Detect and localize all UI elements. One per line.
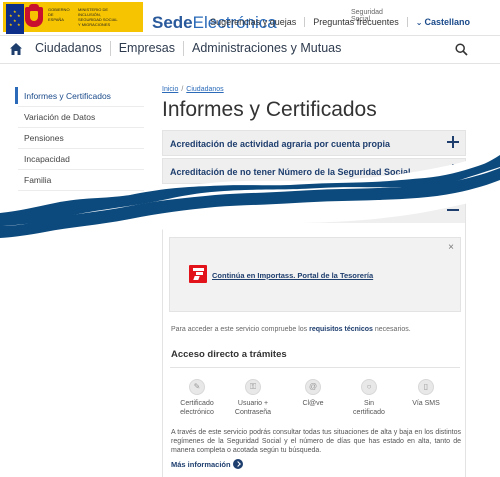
more-info-link[interactable]: Más información	[171, 460, 231, 469]
ministry-label: MINISTERIO DE INCLUSIÓN, SEGURIDAD SOCIA…	[78, 7, 118, 27]
brand-sede: Sede	[152, 13, 193, 32]
coat-of-arms-icon	[25, 4, 43, 29]
sidebar-item-pensiones[interactable]: Pensiones	[18, 128, 144, 149]
nav-empresas[interactable]: Empresas	[109, 41, 183, 56]
search-icon[interactable]	[455, 43, 468, 56]
accordion-title: Acreditación de no tener Número de la Se…	[170, 167, 411, 177]
certificate-icon: ✎	[189, 379, 205, 395]
access-label: Usuario +	[237, 400, 269, 407]
eu-flag-icon: ★ ★ ★ ★ ★ ★	[6, 4, 24, 34]
requirements-link[interactable]: requisitos técnicos	[309, 326, 373, 333]
plus-icon	[447, 136, 459, 148]
home-icon[interactable]	[9, 42, 23, 56]
access-label: Certificado	[180, 400, 214, 407]
accordion-title: Informe de tu vida laboral	[170, 207, 280, 217]
access-label: Sin	[363, 400, 375, 407]
language-selector[interactable]: ⌄ Castellano	[406, 17, 478, 27]
minus-icon	[447, 204, 459, 216]
clave-icon: @	[305, 379, 321, 395]
user-password-icon: ⚿	[245, 379, 261, 395]
close-icon[interactable]: ×	[448, 242, 454, 253]
sidebar-item-informes[interactable]: Informes y Certificados	[18, 86, 144, 107]
sidebar-item-variacion[interactable]: Variación de Datos	[18, 107, 144, 128]
access-clave[interactable]: @ Cl@ve	[285, 379, 341, 408]
access-label: electrónico	[180, 409, 214, 416]
accordion-actividad-agraria[interactable]: Acreditación de actividad agraria por cu…	[162, 130, 466, 156]
plus-icon	[447, 164, 459, 176]
suggestions-link[interactable]: Sugerencias y quejas	[202, 17, 304, 27]
main-nav: Ciudadanos Empresas Administraciones y M…	[0, 36, 500, 64]
breadcrumb: Inicio / Ciudadanos	[162, 86, 224, 93]
arrow-right-icon[interactable]	[233, 459, 243, 469]
accordion-no-nss[interactable]: Acreditación de no tener Número de la Se…	[162, 158, 466, 184]
accordion-title: Acreditación de actividad agraria por cu…	[170, 139, 391, 149]
top-header: ★ ★ ★ ★ ★ ★ GOBIERNO DE ESPAÑA MINISTERIO D…	[0, 0, 500, 36]
chevron-down-icon: ⌄	[415, 18, 423, 27]
nav-ciudadanos[interactable]: Ciudadanos	[27, 41, 110, 56]
no-certificate-icon: ○	[361, 379, 377, 395]
tgss-logo-icon	[189, 265, 207, 283]
sms-icon: ▯	[418, 379, 434, 395]
breadcrumb-inicio[interactable]: Inicio	[162, 86, 178, 93]
faq-link[interactable]: Preguntas frecuentes	[304, 17, 407, 27]
requirements-text: Para acceder a este servicio compruebe l…	[171, 326, 411, 333]
importass-link[interactable]: Continúa en Importass. Portal de la Teso…	[212, 271, 373, 280]
sidebar-item-familia[interactable]: Familia	[18, 170, 144, 191]
requirements-before: Para acceder a este servicio compruebe l…	[171, 326, 310, 333]
requirements-after: necesarios.	[372, 326, 411, 333]
divider	[170, 367, 460, 368]
access-sin-certificado[interactable]: ○ Sin certificado	[341, 379, 397, 417]
access-label: Cl@ve	[302, 400, 324, 407]
sidebar: Informes y Certificados Variación de Dat…	[18, 86, 144, 191]
accordion-vida-laboral[interactable]: Informe de tu vida laboral	[162, 198, 466, 224]
gov-label: GOBIERNO DE ESPAÑA	[48, 7, 70, 22]
access-sms[interactable]: ▯ Vía SMS	[398, 379, 454, 408]
access-label: Contraseña	[234, 409, 272, 416]
top-links: Sugerencias y quejas Preguntas frecuente…	[202, 17, 478, 27]
access-certificado[interactable]: ✎ Certificado electrónico	[169, 379, 225, 417]
service-description: A través de este servicio podrás consult…	[171, 429, 461, 454]
access-label: Vía SMS	[412, 400, 440, 407]
access-usuario[interactable]: ⚿ Usuario + Contraseña	[225, 379, 281, 417]
importass-notice: × Continúa en Importass. Portal de la Te…	[169, 237, 461, 312]
direct-access-title: Acceso directo a trámites	[171, 349, 287, 360]
nav-administraciones[interactable]: Administraciones y Mutuas	[183, 41, 349, 56]
page-title: Informes y Certificados	[162, 98, 377, 121]
breadcrumb-ciudadanos[interactable]: Ciudadanos	[186, 86, 223, 93]
government-logo[interactable]: ★ ★ ★ ★ ★ ★ GOBIERNO DE ESPAÑA MINISTERIO D…	[3, 2, 143, 34]
language-label: Castellano	[424, 17, 470, 27]
access-label: certificado	[353, 409, 385, 416]
sidebar-item-incapacidad[interactable]: Incapacidad	[18, 149, 144, 170]
